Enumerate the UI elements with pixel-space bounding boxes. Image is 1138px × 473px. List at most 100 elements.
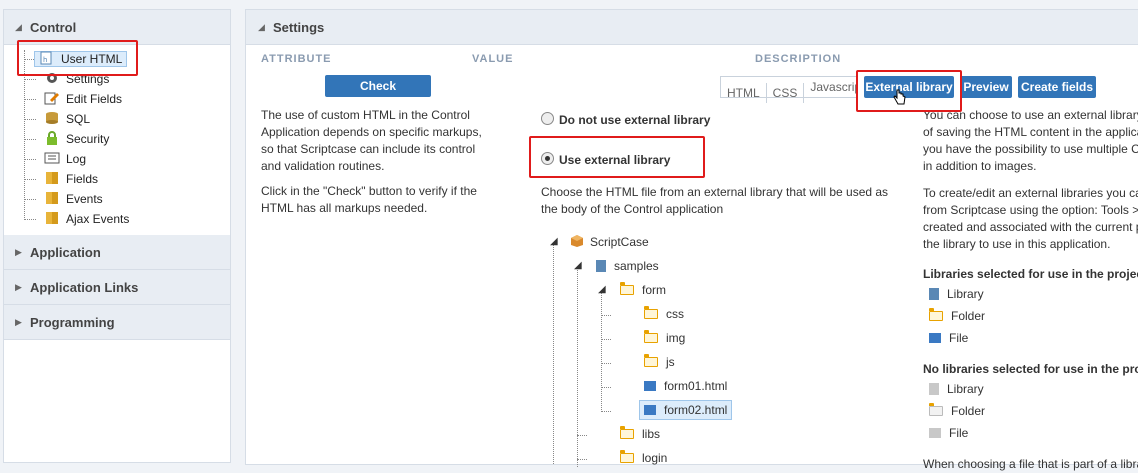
tree-node-form[interactable]: form (620, 281, 666, 299)
tree-node-samples[interactable]: samples (596, 257, 659, 275)
legend-folder-selected: Folder (929, 307, 985, 325)
collapse-triangle-icon: ◢ (258, 22, 265, 32)
section-title: Application (30, 245, 101, 260)
text-line: in addition to images. (923, 159, 1037, 173)
text-line: HTML has all markups needed. (261, 201, 428, 215)
legend-label: Library (947, 287, 984, 301)
legend-library-unselected: Library (929, 380, 984, 398)
application-section-header[interactable]: ▶ Application (4, 235, 230, 270)
radio-no-external-library[interactable]: Do not use external library (541, 112, 710, 127)
folder-icon (644, 306, 658, 319)
legend-label: File (949, 331, 969, 345)
tree-node-form02-selected[interactable]: form02.html (639, 400, 733, 420)
text-line: the library to use in this application. (923, 237, 1111, 251)
tree-node-label: form02.html (664, 403, 728, 417)
legend-library-selected: Library (929, 285, 984, 303)
highlight-box-external-library (856, 70, 962, 112)
text-line: The use of custom HTML in the Control (261, 108, 470, 122)
file-icon (644, 405, 656, 415)
folder-icon (620, 282, 634, 295)
column-header-attribute: ATTRIBUTE (261, 53, 332, 65)
file-icon (644, 381, 656, 391)
tree-node-label: libs (642, 427, 661, 441)
legend-label: File (949, 426, 969, 440)
expand-triangle-icon: ▶ (15, 247, 22, 257)
lock-icon (47, 131, 57, 145)
highlight-box-user-html (17, 40, 138, 76)
tree-node-login[interactable]: login (620, 449, 667, 467)
tree-node-js[interactable]: js (644, 353, 675, 371)
tab-javascript[interactable]: Javascript (804, 77, 857, 97)
choose-file-text: Choose the HTML file from an external li… (541, 184, 901, 218)
not-selected-libraries-heading: No libraries selected for use in the pro (923, 362, 1138, 376)
sidebar-item-label: Edit Fields (66, 92, 123, 106)
folder-icon (620, 450, 634, 463)
editor-tabs: HTMLCSSJavascript (720, 76, 859, 103)
tab-html[interactable]: HTML (721, 83, 767, 103)
sidebar-item-ajax-events[interactable]: Ajax Events (44, 210, 129, 228)
library-icon (596, 260, 606, 272)
column-header-description: DESCRIPTION (755, 53, 842, 65)
attribute-description: The use of custom HTML in the Control Ap… (261, 107, 491, 217)
folder-icon (929, 403, 943, 416)
database-icon (46, 112, 58, 124)
expand-triangle-icon: ▶ (15, 282, 22, 292)
text-line: from Scriptcase using the option: Tools … (923, 203, 1138, 217)
column-header-value: VALUE (472, 53, 514, 65)
folder-icon (644, 330, 658, 343)
check-button[interactable]: Check (325, 75, 431, 97)
log-icon (44, 152, 60, 164)
tree-node-label: ScriptCase (590, 235, 649, 249)
sidebar-item-security[interactable]: Security (44, 130, 109, 148)
sidebar-item-fields[interactable]: Fields (44, 170, 98, 188)
legend-file-selected: File (929, 329, 968, 347)
tree-node-form01[interactable]: form01.html (644, 377, 727, 395)
sidebar-item-edit-fields[interactable]: Edit Fields (44, 90, 122, 108)
highlight-box-use-external (529, 136, 705, 178)
text-line: the body of the Control application (541, 202, 724, 216)
sidebar: ◢ Control h User HTML Settings Edit Field… (3, 9, 231, 463)
tree-node-css[interactable]: css (644, 305, 684, 323)
tree-node-scriptcase[interactable]: ScriptCase (570, 233, 649, 251)
text-line: To create/edit an external libraries you… (923, 186, 1138, 200)
tab-css[interactable]: CSS (767, 83, 805, 103)
settings-panel: ◢ Settings ATTRIBUTE VALUE DESCRIPTION C… (245, 9, 1138, 471)
sidebar-item-label: Events (66, 192, 103, 206)
settings-header[interactable]: ◢ Settings (246, 10, 1138, 45)
tree-node-label: css (666, 307, 684, 321)
sidebar-item-log[interactable]: Log (44, 150, 86, 168)
sidebar-item-label: SQL (66, 112, 91, 126)
legend-file-unselected: File (929, 424, 968, 442)
bottom-cut-text: When choosing a file that is part of a l… (923, 457, 1138, 471)
sidebar-item-sql[interactable]: SQL (44, 110, 90, 128)
legend-folder-unselected: Folder (929, 402, 985, 420)
file-icon (929, 428, 941, 438)
tree-node-label: form01.html (664, 379, 728, 393)
create-fields-button[interactable]: Create fields (1018, 76, 1096, 98)
collapse-toggle-icon[interactable]: ◢ (550, 236, 558, 247)
control-section-title: Control (30, 20, 77, 35)
sidebar-item-label: Security (66, 132, 110, 146)
programming-section-header[interactable]: ▶ Programming (4, 305, 230, 340)
legend-label: Library (947, 382, 984, 396)
section-title: Programming (30, 315, 115, 330)
tree-node-libs[interactable]: libs (620, 425, 660, 443)
tree-node-label: js (666, 355, 675, 369)
file-icon (929, 333, 941, 343)
book-icon (46, 212, 58, 224)
text-line: Application depends on specific markups, (261, 125, 482, 139)
text-line: of saving the HTML content in the applic… (923, 125, 1138, 139)
application-links-section-header[interactable]: ▶ Application Links (4, 270, 230, 305)
text-line: so that Scriptcase can include its contr… (261, 142, 476, 156)
text-line: you have the possibility to use multiple… (923, 142, 1138, 156)
tree-node-img[interactable]: img (644, 329, 685, 347)
preview-button[interactable]: Preview (960, 76, 1012, 98)
sidebar-item-label: Fields (66, 172, 99, 186)
collapse-toggle-icon[interactable]: ◢ (574, 260, 582, 271)
library-icon (929, 383, 939, 395)
tree-node-label: img (666, 331, 686, 345)
collapse-triangle-icon: ◢ (15, 22, 22, 32)
radio-button[interactable] (541, 112, 554, 125)
collapse-toggle-icon[interactable]: ◢ (598, 284, 606, 295)
sidebar-item-events[interactable]: Events (44, 190, 103, 208)
